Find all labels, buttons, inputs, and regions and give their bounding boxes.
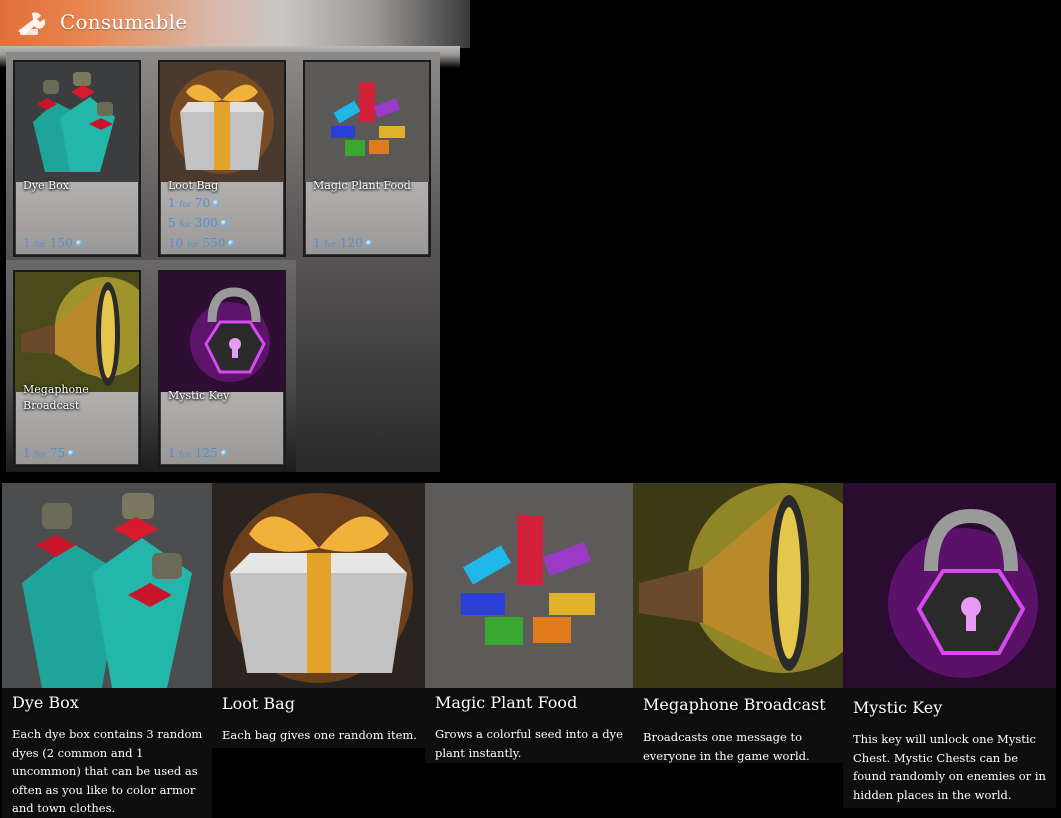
item-card-loot-bag[interactable]: Loot Bag 1 for 70 5 for 300 10 for 550 (158, 60, 286, 257)
price-for: for (34, 450, 47, 459)
price-qty: 1 (168, 446, 176, 460)
price-cost: 75 (49, 446, 66, 460)
loot-bag-icon (212, 483, 425, 688)
item-card-dye-box[interactable]: Dye Box 1 for 150 (13, 60, 141, 257)
detail-description: Each bag gives one random item. (222, 728, 417, 742)
item-card-mystic-key[interactable]: Mystic Key 1 for 125 (158, 270, 286, 467)
item-card-megaphone[interactable]: Megaphone Broadcast 1 for 75 (13, 270, 141, 467)
item-name: Megaphone Broadcast (23, 383, 89, 412)
detail-title: Loot Bag (222, 694, 295, 713)
megaphone-icon (633, 483, 843, 688)
price-qty: 1 (23, 236, 31, 250)
detail-description: Each dye box contains 3 random dyes (2 c… (12, 727, 203, 815)
gem-icon (220, 450, 227, 456)
price-for: for (187, 240, 199, 249)
detail-panel-megaphone: Megaphone Broadcast Broadcasts one messa… (633, 483, 843, 818)
detail-description: Grows a colorful seed into a dye plant i… (435, 727, 623, 760)
price-qty: 10 (168, 236, 184, 250)
detail-panel-dye-box: Dye Box Each dye box contains 3 random d… (2, 483, 212, 818)
detail-description: This key will unlock one Mystic Chest. M… (853, 732, 1046, 802)
price-option[interactable]: 1 for 70 (168, 194, 220, 214)
price-cost: 120 (339, 236, 363, 250)
item-name: Dye Box (23, 179, 69, 192)
detail-title: Magic Plant Food (435, 693, 578, 712)
price-for: for (179, 220, 192, 229)
gem-icon (220, 220, 227, 226)
gem-icon (213, 200, 220, 206)
price-qty: 1 (23, 446, 31, 460)
dye-box-icon (15, 62, 139, 182)
gem-icon (68, 450, 75, 456)
category-title: Consumable (60, 10, 188, 34)
price-qty: 1 (313, 236, 321, 250)
detail-description: Broadcasts one message to everyone in th… (643, 730, 810, 763)
price-for: for (179, 200, 192, 209)
price-cost: 125 (194, 446, 218, 460)
loot-bag-icon (160, 62, 284, 182)
price-option[interactable]: 1 for 150 (23, 234, 82, 254)
detail-title: Megaphone Broadcast (643, 695, 826, 714)
price-option[interactable]: 5 for 300 (168, 214, 227, 234)
price-cost: 150 (49, 236, 73, 250)
gem-icon (365, 240, 372, 246)
gem-icon (228, 240, 235, 246)
price-option[interactable]: 1 for 75 (23, 444, 75, 464)
price-option[interactable]: 10 for 550 (168, 234, 235, 254)
megaphone-icon (15, 272, 139, 392)
mystic-key-icon (160, 272, 284, 392)
price-for: for (179, 450, 192, 459)
item-name: Magic Plant Food (313, 179, 411, 192)
tools-icon (18, 12, 46, 35)
detail-panel-loot-bag: Loot Bag Each bag gives one random item. (212, 483, 425, 818)
mystic-key-icon (843, 483, 1056, 688)
gem-icon (75, 240, 82, 246)
category-header: Consumable (0, 0, 470, 48)
plant-food-icon (305, 62, 429, 182)
price-cost: 70 (194, 196, 211, 210)
price-qty: 5 (168, 216, 176, 230)
dye-box-icon (2, 483, 212, 688)
detail-title: Dye Box (12, 693, 79, 712)
price-for: for (34, 240, 47, 249)
detail-panel-mystic-key: Mystic Key This key will unlock one Myst… (843, 483, 1056, 818)
item-name: Loot Bag (168, 179, 219, 192)
detail-title: Mystic Key (853, 698, 943, 717)
price-qty: 1 (168, 196, 176, 210)
price-cost: 550 (202, 236, 226, 250)
price-option[interactable]: 1 for 120 (313, 234, 372, 254)
item-name: Mystic Key (168, 389, 230, 402)
item-card-magic-plant-food[interactable]: Magic Plant Food 1 for 120 (303, 60, 431, 257)
price-option[interactable]: 1 for 125 (168, 444, 227, 464)
detail-panel-magic-plant-food: Magic Plant Food Grows a colorful seed i… (425, 483, 633, 818)
price-cost: 300 (194, 216, 218, 230)
plant-food-icon (425, 483, 633, 688)
price-for: for (324, 240, 337, 249)
